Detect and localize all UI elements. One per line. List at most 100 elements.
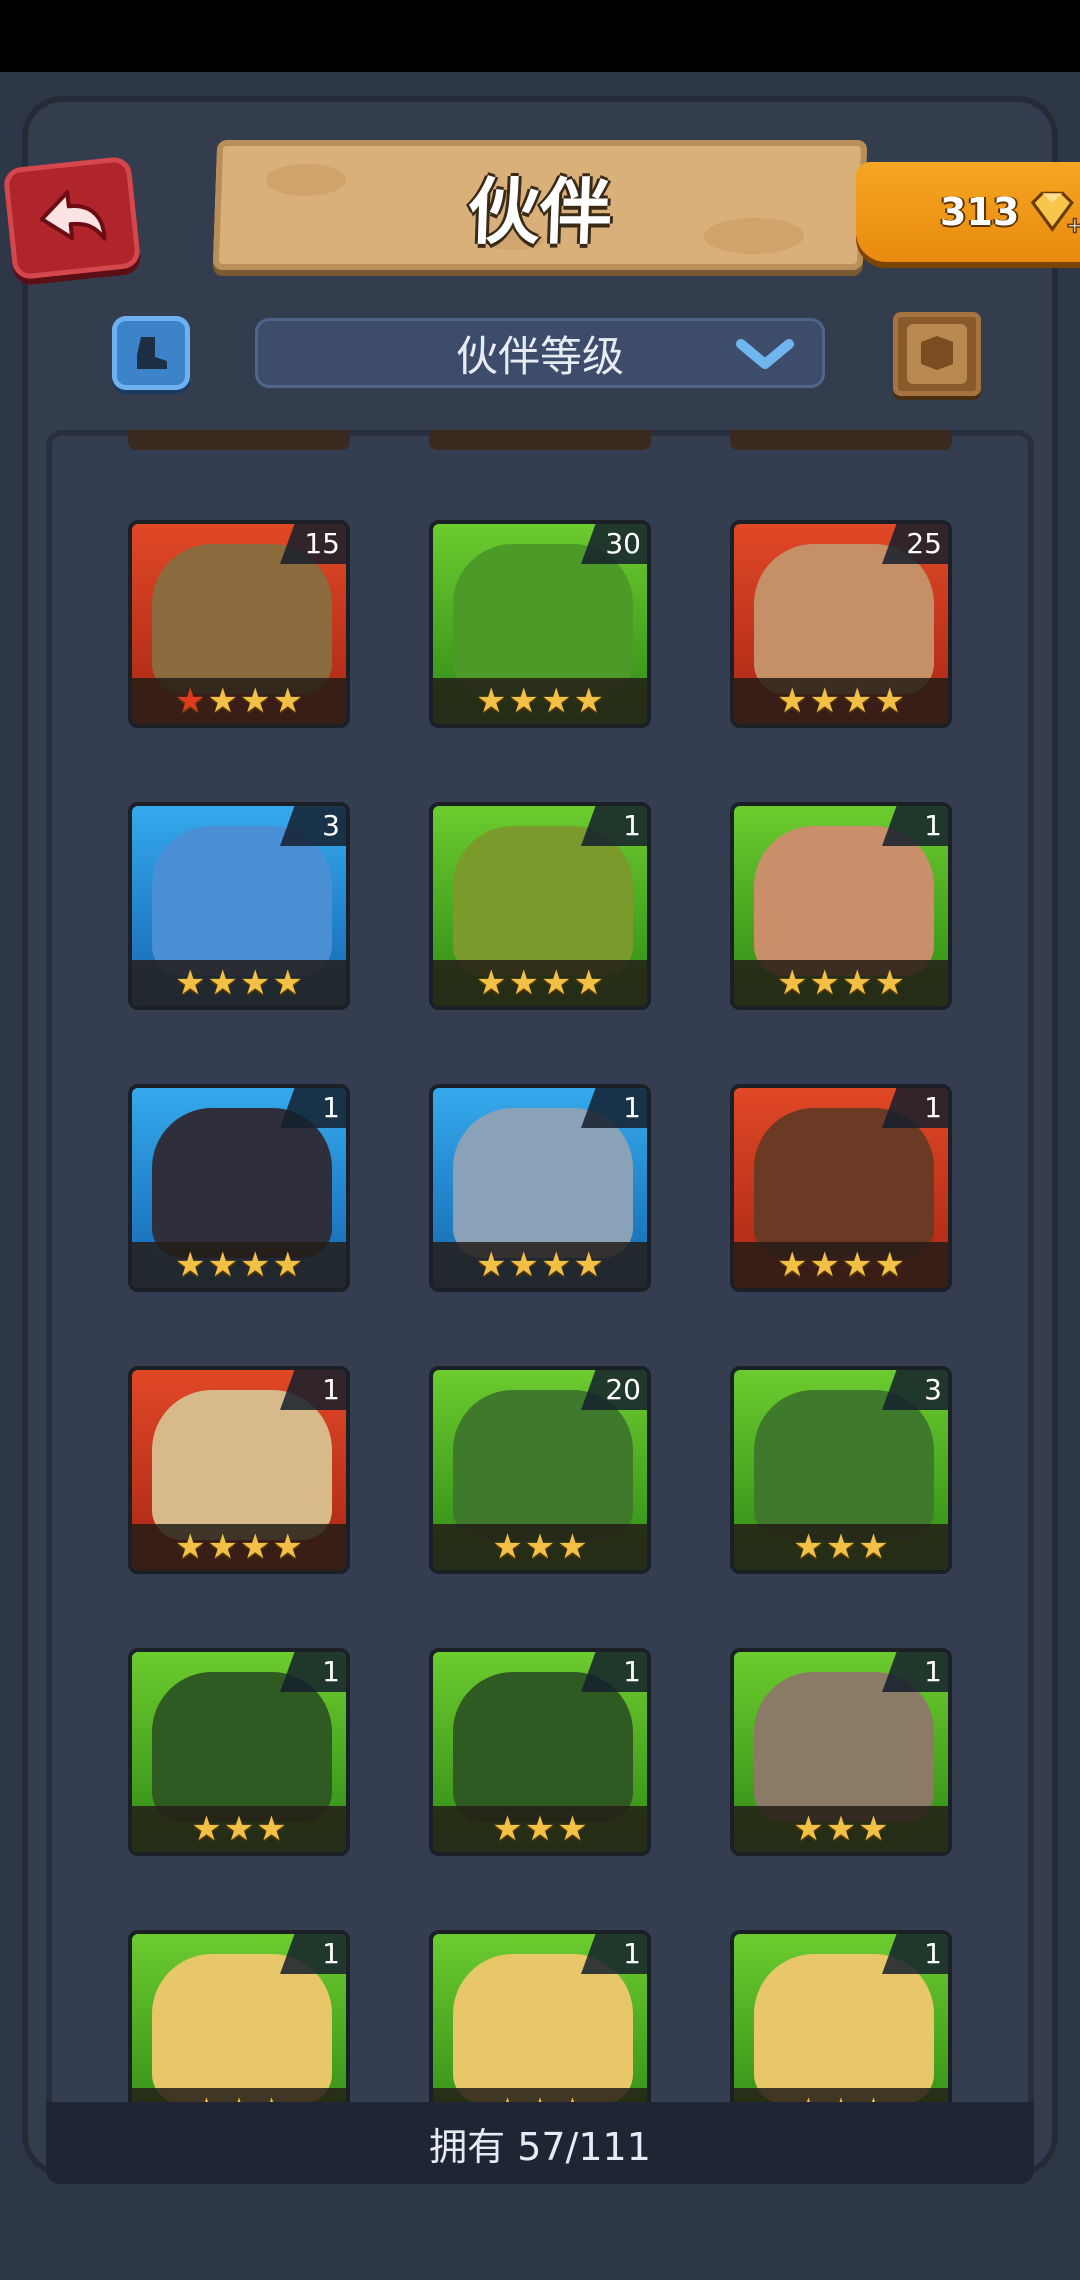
star-icon: ★	[524, 1809, 556, 1849]
star-icon: ★	[874, 963, 905, 1003]
partner-card-shark-brute[interactable]: 1 ★ ★ ★ ★	[429, 1084, 651, 1292]
footer-bar: 拥有 57/111	[46, 2102, 1034, 2184]
partner-card-boar-orc-2[interactable]: 3 ★ ★ ★	[730, 1366, 952, 1574]
boot-icon	[137, 337, 167, 369]
star-icon: ★	[777, 1245, 808, 1285]
partner-card-orc-warrior[interactable]: 1 ★ ★ ★	[128, 1648, 350, 1856]
star-icon: ★	[272, 1245, 303, 1285]
partner-card-blue-fish[interactable]: 3 ★ ★ ★ ★	[128, 802, 350, 1010]
star-icon: ★	[476, 1245, 507, 1285]
partner-portrait	[152, 1390, 332, 1540]
partner-portrait	[453, 1390, 633, 1540]
star-rating: ★★★	[734, 1806, 948, 1852]
partner-portrait	[152, 1954, 332, 2104]
gem-icon: +	[1031, 191, 1080, 239]
partner-portrait	[152, 544, 332, 694]
partner-card-tree-ent[interactable]: 15 ★ ★ ★ ★	[128, 520, 350, 728]
star-icon: ★	[541, 963, 572, 1003]
star-rating: ★ ★ ★ ★	[132, 1524, 346, 1570]
star-icon: ★	[858, 1527, 889, 1567]
star-icon: ★	[842, 681, 873, 721]
sort-dropdown-label: 伙伴等级	[455, 331, 624, 381]
star-icon: ★	[573, 963, 604, 1003]
partner-card-goblin[interactable]: 1 ★ ★ ★ ★	[429, 802, 651, 1010]
star-icon: ★	[573, 681, 604, 721]
star-rating: ★ ★ ★ ★	[433, 960, 647, 1006]
partner-portrait	[152, 1108, 332, 1258]
star-icon: ★	[223, 1809, 255, 1849]
back-arrow-icon	[39, 190, 107, 241]
title-banner: 伙伴	[212, 140, 868, 270]
star-icon: ★	[557, 1527, 588, 1567]
chevron-down-icon	[736, 339, 794, 369]
partner-portrait	[754, 544, 934, 694]
scroll-button[interactable]	[893, 312, 981, 396]
partner-portrait	[152, 1672, 332, 1822]
star-icon: ★	[240, 681, 271, 721]
star-icon: ★	[842, 963, 873, 1003]
star-icon: ★	[793, 1809, 824, 1849]
partner-card-boar-orc[interactable]: 20 ★ ★ ★	[429, 1366, 651, 1574]
partner-portrait	[754, 1390, 934, 1540]
star-icon: ★	[256, 1809, 287, 1849]
star-rating: ★ ★ ★ ★	[433, 678, 647, 724]
star-icon: ★	[240, 1245, 271, 1285]
star-icon: ★	[825, 1527, 857, 1567]
star-icon: ★	[809, 681, 840, 721]
partially-hidden-card	[730, 430, 952, 450]
partner-card-crocodile[interactable]: 30 ★ ★ ★ ★	[429, 520, 651, 728]
star-icon: ★	[858, 1809, 889, 1849]
partner-card-swordsman[interactable]: 25 ★ ★ ★ ★	[730, 520, 952, 728]
partner-portrait	[754, 1672, 934, 1822]
partner-portrait	[453, 544, 633, 694]
star-icon: ★	[874, 1245, 905, 1285]
partner-card-turtle-warrior[interactable]: 1 ★ ★ ★ ★	[128, 1366, 350, 1574]
partner-portrait	[453, 1954, 633, 2104]
partner-card-huntress-green[interactable]: 1 ★ ★ ★ ★	[730, 802, 952, 1010]
star-rating: ★ ★ ★ ★	[132, 678, 346, 724]
star-icon: ★	[175, 681, 206, 721]
star-icon: ★	[541, 1245, 572, 1285]
gem-count: 313	[940, 190, 1020, 234]
star-icon: ★	[508, 963, 539, 1003]
scroll-icon	[907, 324, 967, 384]
star-icon: ★	[175, 963, 206, 1003]
star-icon: ★	[272, 963, 303, 1003]
sort-dropdown[interactable]: 伙伴等级	[255, 318, 825, 388]
star-icon: ★	[476, 963, 507, 1003]
star-icon: ★	[175, 1245, 206, 1285]
partner-portrait	[754, 826, 934, 976]
star-icon: ★	[825, 1809, 857, 1849]
star-icon: ★	[573, 1245, 604, 1285]
star-icon: ★	[777, 681, 808, 721]
partner-portrait	[152, 826, 332, 976]
partner-portrait	[754, 1108, 934, 1258]
star-icon: ★	[793, 1527, 824, 1567]
partner-portrait	[453, 1672, 633, 1822]
star-icon: ★	[175, 1527, 206, 1567]
page-title: 伙伴	[466, 169, 614, 254]
star-icon: ★	[508, 1245, 539, 1285]
star-icon: ★	[272, 681, 303, 721]
partner-portrait	[453, 1108, 633, 1258]
svg-text:+: +	[1066, 213, 1080, 238]
star-rating: ★★★	[433, 1524, 647, 1570]
gem-counter[interactable]: 313 +	[856, 162, 1080, 262]
partner-card-ogre[interactable]: 1 ★ ★ ★	[730, 1648, 952, 1856]
partner-card-huntress-blue[interactable]: 1 ★ ★ ★ ★	[128, 1084, 350, 1292]
partner-card-huntress-red[interactable]: 1 ★ ★ ★ ★	[730, 1084, 952, 1292]
star-icon: ★	[777, 963, 808, 1003]
star-icon: ★	[874, 681, 905, 721]
star-icon: ★	[207, 1245, 238, 1285]
star-icon: ★	[191, 1809, 222, 1849]
partner-list[interactable]: 15 ★ ★ ★ ★ 30 ★ ★ ★ ★ 25 ★ ★ ★ ★ 3 ★ ★ ★ ★ 1 ★ ★ ★ ★ 1 ★ ★ ★ ★ 1 ★ ★ ★ ★ 1 ★…	[46, 430, 1034, 2176]
star-icon: ★	[207, 963, 238, 1003]
back-button[interactable]	[2, 155, 142, 281]
star-rating: ★ ★ ★ ★	[132, 1242, 346, 1288]
filter-button[interactable]	[112, 316, 190, 390]
star-icon: ★	[272, 1527, 303, 1567]
partner-card-orc-warrior-2[interactable]: 1 ★ ★ ★	[429, 1648, 651, 1856]
star-rating: ★★★	[734, 1524, 948, 1570]
star-icon: ★	[508, 681, 539, 721]
star-rating: ★ ★ ★ ★	[734, 1242, 948, 1288]
